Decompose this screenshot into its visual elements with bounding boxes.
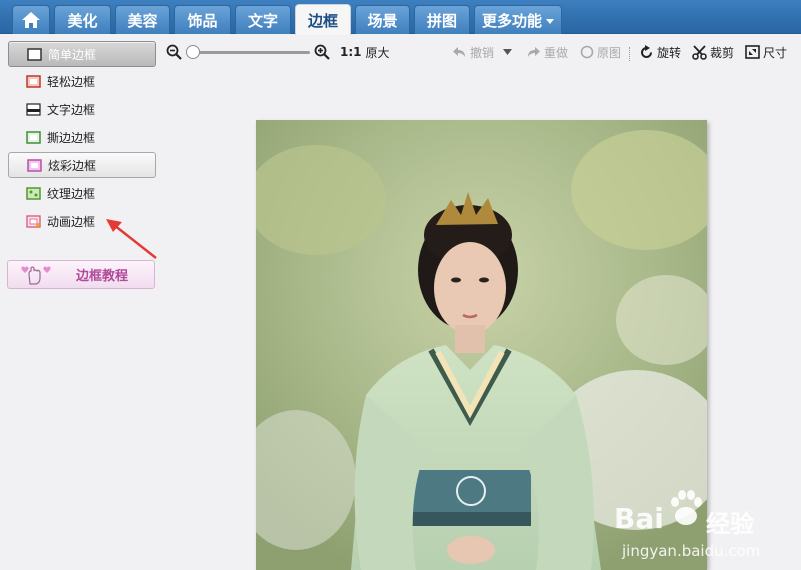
sidebar-item-texture-frame[interactable]: 纹理边框 bbox=[8, 180, 156, 206]
zoom-in-icon bbox=[314, 44, 330, 60]
tab-beauty[interactable]: 美容 bbox=[115, 5, 170, 34]
image-toolbar: 1:1 原大 撤销 重做 原图 旋转 裁剪 尺寸 bbox=[162, 35, 801, 71]
tab-frame[interactable]: 边框 bbox=[295, 4, 351, 35]
sidebar-item-easy-frame[interactable]: 轻松边框 bbox=[8, 68, 156, 94]
tab-label: 边框 bbox=[307, 11, 338, 30]
tab-label: 美容 bbox=[127, 11, 158, 30]
caret-down-icon bbox=[503, 49, 512, 55]
resize-label: 尺寸 bbox=[763, 45, 788, 60]
tab-beautify[interactable]: 美化 bbox=[54, 5, 111, 34]
tab-text[interactable]: 文字 bbox=[235, 5, 291, 34]
sidebar-item-label: 炫彩边框 bbox=[48, 158, 97, 173]
watermark-url: jingyan.baidu.com bbox=[622, 542, 761, 560]
tab-more-features[interactable]: 更多功能 bbox=[474, 5, 562, 34]
sidebar-item-text-frame[interactable]: 文字边框 bbox=[8, 96, 156, 122]
sidebar-item-label: 简单边框 bbox=[48, 47, 97, 62]
redo-icon bbox=[528, 47, 540, 57]
tab-label: 更多功能 bbox=[481, 11, 542, 30]
zoom-slider-knob[interactable] bbox=[186, 45, 200, 59]
watermark: Bai 经验 jingyan.baidu.com bbox=[614, 488, 801, 570]
colorful-frame-icon bbox=[27, 158, 42, 172]
frame-tutorial-label: 边框教程 bbox=[76, 269, 129, 284]
watermark-suffix: 经验 bbox=[706, 510, 754, 538]
rotate-button[interactable]: 旋转 bbox=[639, 43, 681, 61]
zoom-in-button[interactable] bbox=[314, 43, 333, 61]
rotate-label: 旋转 bbox=[657, 45, 682, 60]
crop-label: 裁剪 bbox=[710, 45, 735, 60]
paw-icon bbox=[671, 490, 702, 525]
tab-home[interactable] bbox=[12, 5, 50, 34]
original-image-icon bbox=[580, 45, 594, 59]
undo-icon bbox=[453, 47, 465, 57]
watermark-brand: Bai bbox=[614, 502, 664, 535]
tab-label: 拼图 bbox=[426, 11, 457, 30]
undo-label: 撤销 bbox=[470, 45, 495, 60]
toolbar-divider bbox=[629, 47, 630, 61]
original-size-button[interactable]: 1:1 原大 bbox=[340, 43, 390, 61]
texture-frame-icon bbox=[26, 186, 41, 200]
resize-button[interactable]: 尺寸 bbox=[745, 43, 787, 61]
home-icon bbox=[22, 12, 40, 28]
main-tab-bar: 美化 美容 饰品 文字 边框 场景 拼图 更多功能 bbox=[0, 0, 801, 35]
sidebar-item-label: 文字边框 bbox=[47, 102, 96, 117]
tab-accessories[interactable]: 饰品 bbox=[174, 5, 231, 34]
animated-frame-icon bbox=[26, 214, 41, 228]
redo-label: 重做 bbox=[544, 45, 569, 60]
sidebar-item-colorful-frame[interactable]: 炫彩边框 bbox=[8, 152, 156, 178]
tab-label: 文字 bbox=[247, 11, 278, 30]
tab-label: 场景 bbox=[367, 11, 398, 30]
frame-tutorial-button[interactable]: 边框教程 bbox=[7, 260, 155, 289]
tab-label: 饰品 bbox=[187, 11, 218, 30]
sidebar-item-simple-frame[interactable]: 简单边框 bbox=[8, 41, 156, 67]
original-image-label: 原图 bbox=[597, 45, 622, 60]
sidebar-item-torn-frame[interactable]: 撕边边框 bbox=[8, 124, 156, 150]
undo-history-dropdown[interactable] bbox=[503, 43, 515, 61]
sidebar-item-label: 纹理边框 bbox=[47, 186, 96, 201]
resize-icon bbox=[745, 45, 760, 59]
zoom-ratio-label: 1:1 bbox=[340, 45, 362, 59]
crop-button[interactable]: 裁剪 bbox=[692, 43, 734, 61]
frame-category-sidebar: 简单边框 轻松边框 文字边框 撕边边框 炫彩边框 纹理边框 动画边框 边框教程 bbox=[0, 35, 162, 570]
zoom-out-icon bbox=[166, 44, 182, 60]
chevron-down-icon bbox=[546, 18, 554, 24]
simple-frame-icon bbox=[27, 47, 42, 61]
easy-frame-icon bbox=[26, 74, 41, 88]
tab-label: 美化 bbox=[67, 11, 98, 30]
rotate-icon bbox=[641, 44, 652, 58]
zoom-slider-track[interactable] bbox=[192, 51, 310, 54]
annotation-arrow bbox=[106, 219, 157, 259]
tab-collage[interactable]: 拼图 bbox=[414, 5, 470, 34]
torn-frame-icon bbox=[26, 130, 41, 144]
redo-button[interactable]: 重做 bbox=[526, 43, 568, 61]
scissors-icon bbox=[692, 44, 707, 60]
undo-button[interactable]: 撤销 bbox=[452, 43, 494, 61]
tab-scene[interactable]: 场景 bbox=[355, 5, 410, 34]
sidebar-item-label: 动画边框 bbox=[47, 214, 96, 229]
sidebar-item-label: 撕边边框 bbox=[47, 130, 96, 145]
zoom-out-button[interactable] bbox=[166, 43, 185, 61]
original-image-button[interactable]: 原图 bbox=[580, 43, 621, 61]
original-size-label: 原大 bbox=[365, 45, 390, 60]
sidebar-item-label: 轻松边框 bbox=[47, 74, 96, 89]
hand-heart-icon bbox=[21, 265, 51, 285]
text-frame-icon bbox=[26, 102, 41, 116]
